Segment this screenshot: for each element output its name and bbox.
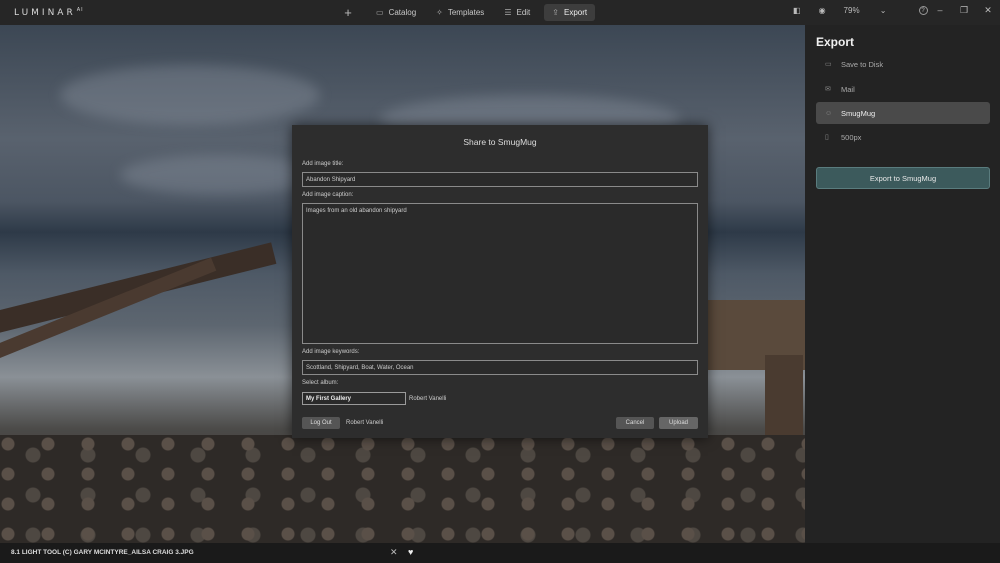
keywords-label: Add image keywords: (302, 349, 360, 355)
rocky-shore (0, 435, 805, 543)
cancel-button[interactable]: Cancel (616, 417, 654, 429)
cloud (60, 65, 320, 125)
close-icon[interactable]: ✕ (390, 547, 398, 558)
title-label: Add image title: (302, 161, 344, 167)
album-select[interactable]: My First Gallery (302, 392, 406, 405)
help-icon[interactable]: ? (918, 6, 928, 15)
tab-export[interactable]: ⇪ Export (544, 4, 596, 21)
image-title-input[interactable]: Abandon Shipyard (302, 172, 698, 187)
album-label: Select album: (302, 380, 339, 386)
add-icon[interactable]: + (340, 5, 356, 20)
sliders-icon: ☰ (504, 8, 512, 17)
top-bar: LUMINARAI + ▭ Catalog ✧ Templates ☰ Edit ⇪ E… (0, 0, 1000, 25)
tab-templates[interactable]: ✧ Templates (430, 4, 490, 21)
dialog-title: Share to SmugMug (463, 137, 537, 147)
sparkle-icon: ✧ (436, 8, 443, 17)
mail-icon: ✉ (825, 86, 831, 93)
upload-button[interactable]: Upload (659, 417, 698, 429)
close-icon[interactable]: ✕ (976, 5, 1000, 16)
main-nav: + ▭ Catalog ✧ Templates ☰ Edit ⇪ Export (340, 4, 603, 21)
export-mail[interactable]: ✉ Mail (816, 78, 990, 100)
compare-icon[interactable]: ◧ (793, 6, 801, 15)
share-icon: ⇪ (552, 8, 559, 17)
chevron-down-icon: ⌄ (879, 6, 887, 15)
eye-icon[interactable]: ◉ (819, 6, 826, 15)
image-caption-textarea[interactable]: Images from an old abandon shipyard (302, 203, 698, 344)
restore-icon[interactable]: ❐ (952, 5, 976, 16)
export-500px[interactable]: ▯ 500px (816, 126, 990, 148)
app-logo: LUMINARAI (14, 7, 84, 18)
smugmug-icon: ☺ (825, 109, 833, 117)
image-keywords-input[interactable]: Scottland, Shipyard, Boat, Water, Ocean (302, 360, 698, 375)
cloud (120, 155, 320, 195)
export-smugmug[interactable]: ☺ SmugMug (816, 102, 990, 124)
tab-edit[interactable]: ☰ Edit (498, 4, 536, 21)
log-out-button[interactable]: Log Out (302, 417, 340, 429)
folder-icon: ▭ (376, 8, 384, 17)
export-to-smugmug-button[interactable]: Export to SmugMug (816, 167, 990, 189)
share-dialog: Share to SmugMug Add image title: Abando… (292, 125, 708, 438)
pier-right-leg (765, 355, 803, 445)
minimize-icon[interactable]: – (928, 5, 952, 16)
album-user: Robert Vanelli (409, 396, 447, 402)
logged-in-user: Robert Vanelli (346, 420, 384, 426)
view-tools: ◧ ◉ 79% ⌄ ? (793, 6, 946, 15)
heart-icon[interactable]: ♥ (408, 547, 413, 557)
caption-label: Add image caption: (302, 192, 354, 198)
window-controls: – ❐ ✕ (928, 5, 1000, 16)
zoom-level[interactable]: 79% ⌄ (844, 6, 905, 15)
tab-catalog[interactable]: ▭ Catalog (370, 4, 422, 21)
file-name: 8.1 LIGHT TOOL (C) GARY MCINTYRE_AILSA C… (11, 549, 194, 556)
panel-title: Export (816, 35, 855, 49)
export-panel: Export ▭ Save to Disk ✉ Mail ☺ SmugMug ▯ 500… (805, 25, 1000, 543)
export-save-to-disk[interactable]: ▭ Save to Disk (816, 53, 990, 75)
500px-icon: ▯ (825, 134, 829, 141)
folder-icon: ▭ (825, 61, 832, 68)
bottom-bar: 8.1 LIGHT TOOL (C) GARY MCINTYRE_AILSA C… (0, 543, 1000, 563)
